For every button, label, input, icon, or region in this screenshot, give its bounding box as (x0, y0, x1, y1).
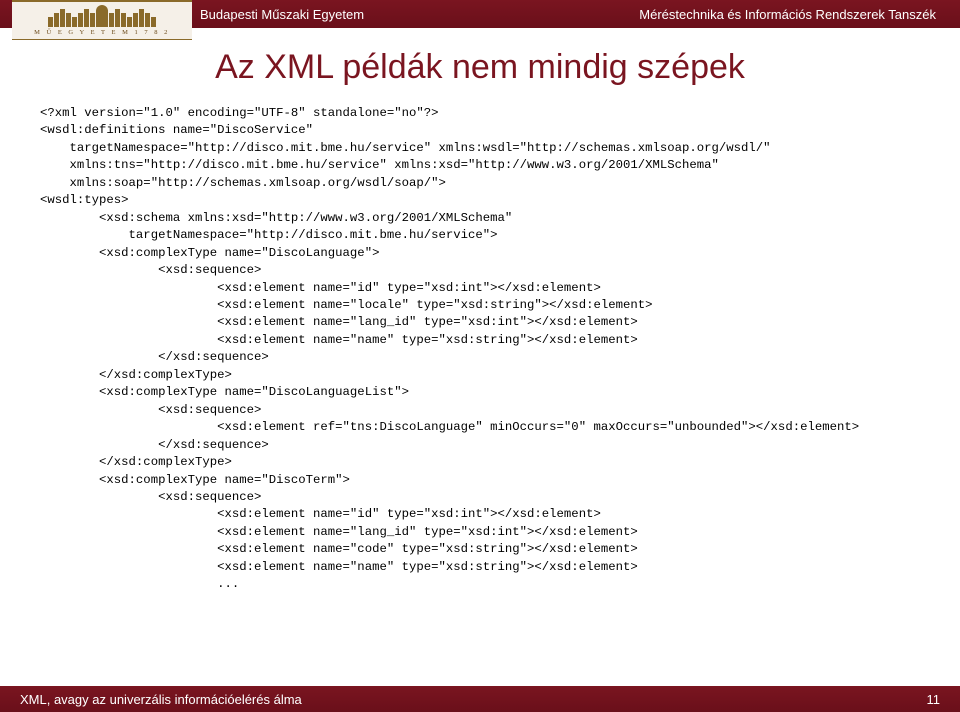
slide-title: Az XML példák nem mindig szépek (40, 48, 920, 87)
page-number: 11 (927, 692, 941, 707)
header-university-name: Budapesti Műszaki Egyetem (200, 7, 364, 22)
university-logo: M Ű E G Y E T E M 1 7 8 2 (12, 0, 192, 40)
slide-content: Az XML példák nem mindig szépek <?xml ve… (0, 28, 960, 594)
footer-title: XML, avagy az univerzális információelér… (20, 692, 302, 707)
header-department-name: Méréstechnika és Információs Rendszerek … (639, 7, 936, 22)
logo-building-icon (22, 5, 182, 27)
logo-text: M Ű E G Y E T E M 1 7 8 2 (34, 29, 170, 36)
slide-footer: XML, avagy az univerzális információelér… (0, 686, 960, 712)
xml-code-block: <?xml version="1.0" encoding="UTF-8" sta… (40, 105, 920, 594)
